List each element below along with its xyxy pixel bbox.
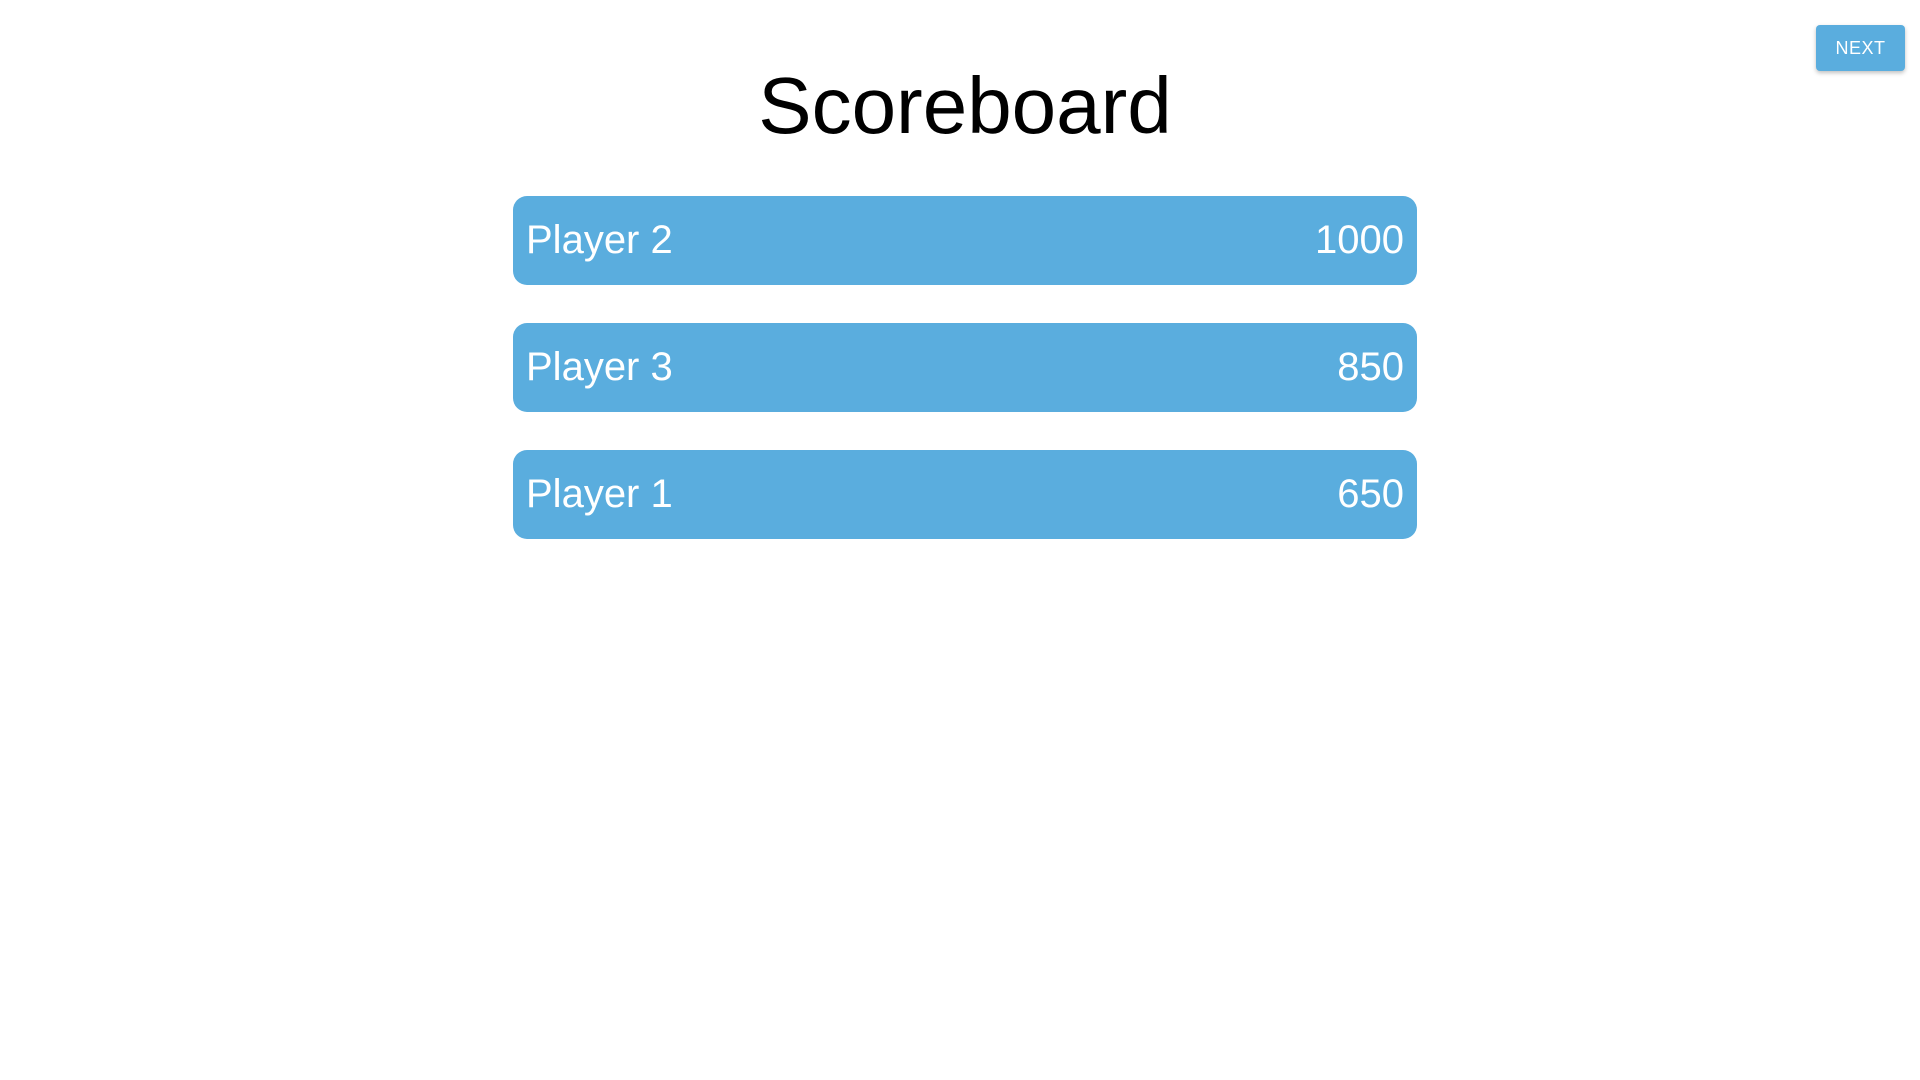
- score-list: Player 2 1000 Player 3 850 Player 1 650: [513, 196, 1417, 539]
- player-name: Player 1: [526, 472, 673, 516]
- page-title: Scoreboard: [758, 61, 1172, 150]
- player-name: Player 3: [526, 345, 673, 389]
- player-name: Player 2: [526, 218, 673, 262]
- score-row: Player 1 650: [513, 450, 1417, 539]
- player-score: 650: [1337, 472, 1404, 516]
- score-row: Player 3 850: [513, 323, 1417, 412]
- score-row: Player 2 1000: [513, 196, 1417, 285]
- player-score: 1000: [1315, 218, 1404, 262]
- scoreboard-page: NEXT Scoreboard Player 2 1000 Player 3 8…: [0, 0, 1920, 1080]
- player-score: 850: [1337, 345, 1404, 389]
